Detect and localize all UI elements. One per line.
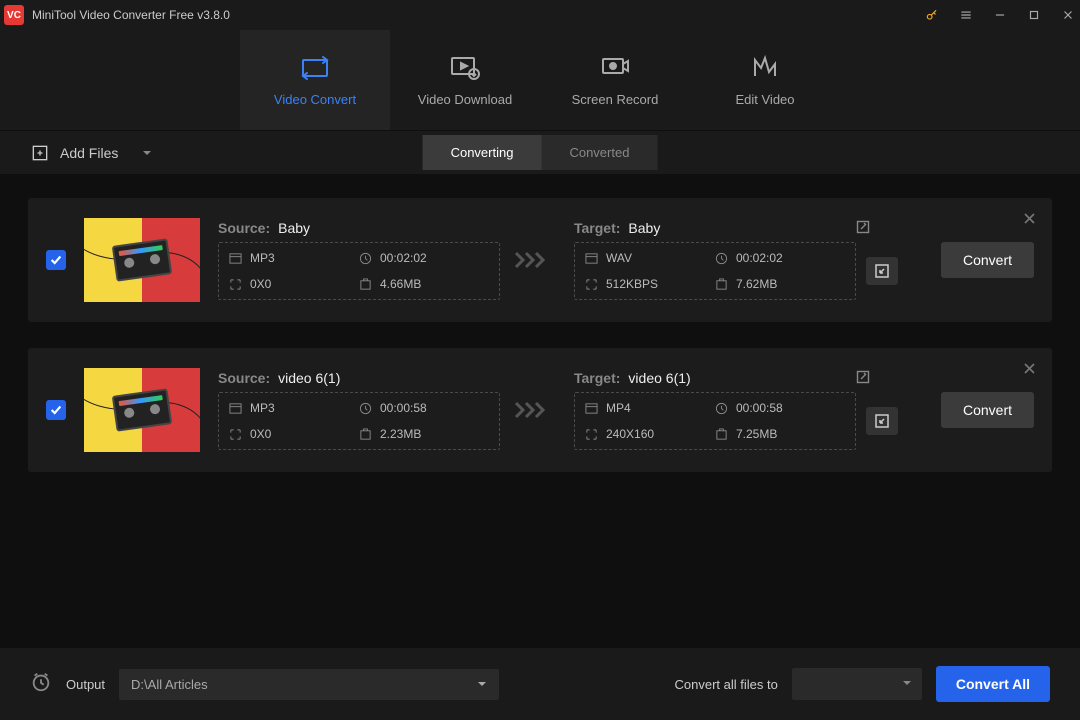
tab-label: Video Convert [274,92,356,107]
thumbnail [84,218,200,302]
source-block: Source: video 6(1) MP3 00:00:58 0X0 2.23… [218,370,500,450]
output-path-value: D:\All Articles [131,677,208,692]
target-resolution: 240X160 [585,427,715,441]
tab-video-download[interactable]: Video Download [390,30,540,130]
target-format: WAV [585,251,715,265]
thumbnail [84,368,200,452]
tab-screen-record[interactable]: Screen Record [540,30,690,130]
target-size: 7.62MB [715,277,845,291]
source-resolution: 0X0 [229,427,359,441]
output-label: Output [66,677,105,692]
edit-target-icon[interactable] [856,370,870,387]
tab-converting[interactable]: Converting [423,135,542,170]
source-format: MP3 [229,251,359,265]
convert-all-button[interactable]: Convert All [936,666,1050,702]
main-tabs: Video Convert Video Download Screen Reco… [0,30,1080,130]
chevron-down-icon [477,677,487,692]
footer: Output D:\All Articles Convert all files… [0,648,1080,720]
checkbox[interactable] [46,400,66,420]
source-resolution: 0X0 [229,277,359,291]
source-label: Source: [218,370,270,386]
target-format: MP4 [585,401,715,415]
edit-icon [749,54,781,82]
convert-button[interactable]: Convert [941,392,1034,428]
schedule-icon[interactable] [30,671,52,698]
title-bar: VC MiniTool Video Converter Free v3.8.0 [0,0,1080,30]
add-files-button[interactable]: Add Files [30,143,152,163]
convert-icon [299,54,331,82]
add-files-label: Add Files [60,145,118,161]
tab-converted[interactable]: Converted [541,135,657,170]
edit-target-icon[interactable] [856,220,870,237]
status-tabs: Converting Converted [423,135,658,170]
download-icon [449,54,481,82]
target-duration: 00:02:02 [715,251,845,265]
source-name: Baby [278,220,310,236]
maximize-icon[interactable] [1026,7,1042,23]
target-size: 7.25MB [715,427,845,441]
target-label: Target: [574,220,620,236]
source-label: Source: [218,220,270,236]
source-duration: 00:02:02 [359,251,489,265]
close-icon[interactable] [1060,7,1076,23]
arrow-icon [514,249,560,271]
record-icon [599,54,631,82]
source-duration: 00:00:58 [359,401,489,415]
chevron-down-icon [902,675,912,693]
target-settings-button[interactable] [866,407,898,435]
convert-button[interactable]: Convert [941,242,1034,278]
target-name: Baby [628,220,660,236]
output-path-select[interactable]: D:\All Articles [119,669,499,700]
minimize-icon[interactable] [992,7,1008,23]
file-list: Source: Baby MP3 00:02:02 0X0 4.66MB Tar… [0,174,1080,648]
source-size: 2.23MB [359,427,489,441]
remove-item-icon[interactable] [1023,212,1036,230]
target-label: Target: [574,370,620,386]
source-format: MP3 [229,401,359,415]
file-card: Source: video 6(1) MP3 00:00:58 0X0 2.23… [28,348,1052,472]
tab-edit-video[interactable]: Edit Video [690,30,840,130]
target-name: video 6(1) [628,370,690,386]
target-settings-button[interactable] [866,257,898,285]
tab-video-convert[interactable]: Video Convert [240,30,390,130]
menu-icon[interactable] [958,7,974,23]
tab-label: Edit Video [735,92,794,107]
source-size: 4.66MB [359,277,489,291]
source-block: Source: Baby MP3 00:02:02 0X0 4.66MB [218,220,500,300]
toolbar: Add Files Converting Converted [0,130,1080,174]
target-duration: 00:00:58 [715,401,845,415]
target-resolution: 512KBPS [585,277,715,291]
target-format-select[interactable] [792,668,922,700]
window-controls [924,7,1076,23]
chevron-down-icon[interactable] [142,145,152,161]
file-card: Source: Baby MP3 00:02:02 0X0 4.66MB Tar… [28,198,1052,322]
convert-to-label: Convert all files to [675,677,778,692]
tab-label: Video Download [418,92,512,107]
remove-item-icon[interactable] [1023,362,1036,380]
arrow-icon [514,399,560,421]
app-logo: VC [4,5,24,25]
target-block: Target: Baby WAV 00:02:02 512KBPS 7.62MB [574,220,898,300]
target-block: Target: video 6(1) MP4 00:00:58 240X160 … [574,370,898,450]
app-title: MiniTool Video Converter Free v3.8.0 [32,8,924,22]
tab-label: Screen Record [572,92,659,107]
checkbox[interactable] [46,250,66,270]
key-icon[interactable] [924,7,940,23]
source-name: video 6(1) [278,370,340,386]
